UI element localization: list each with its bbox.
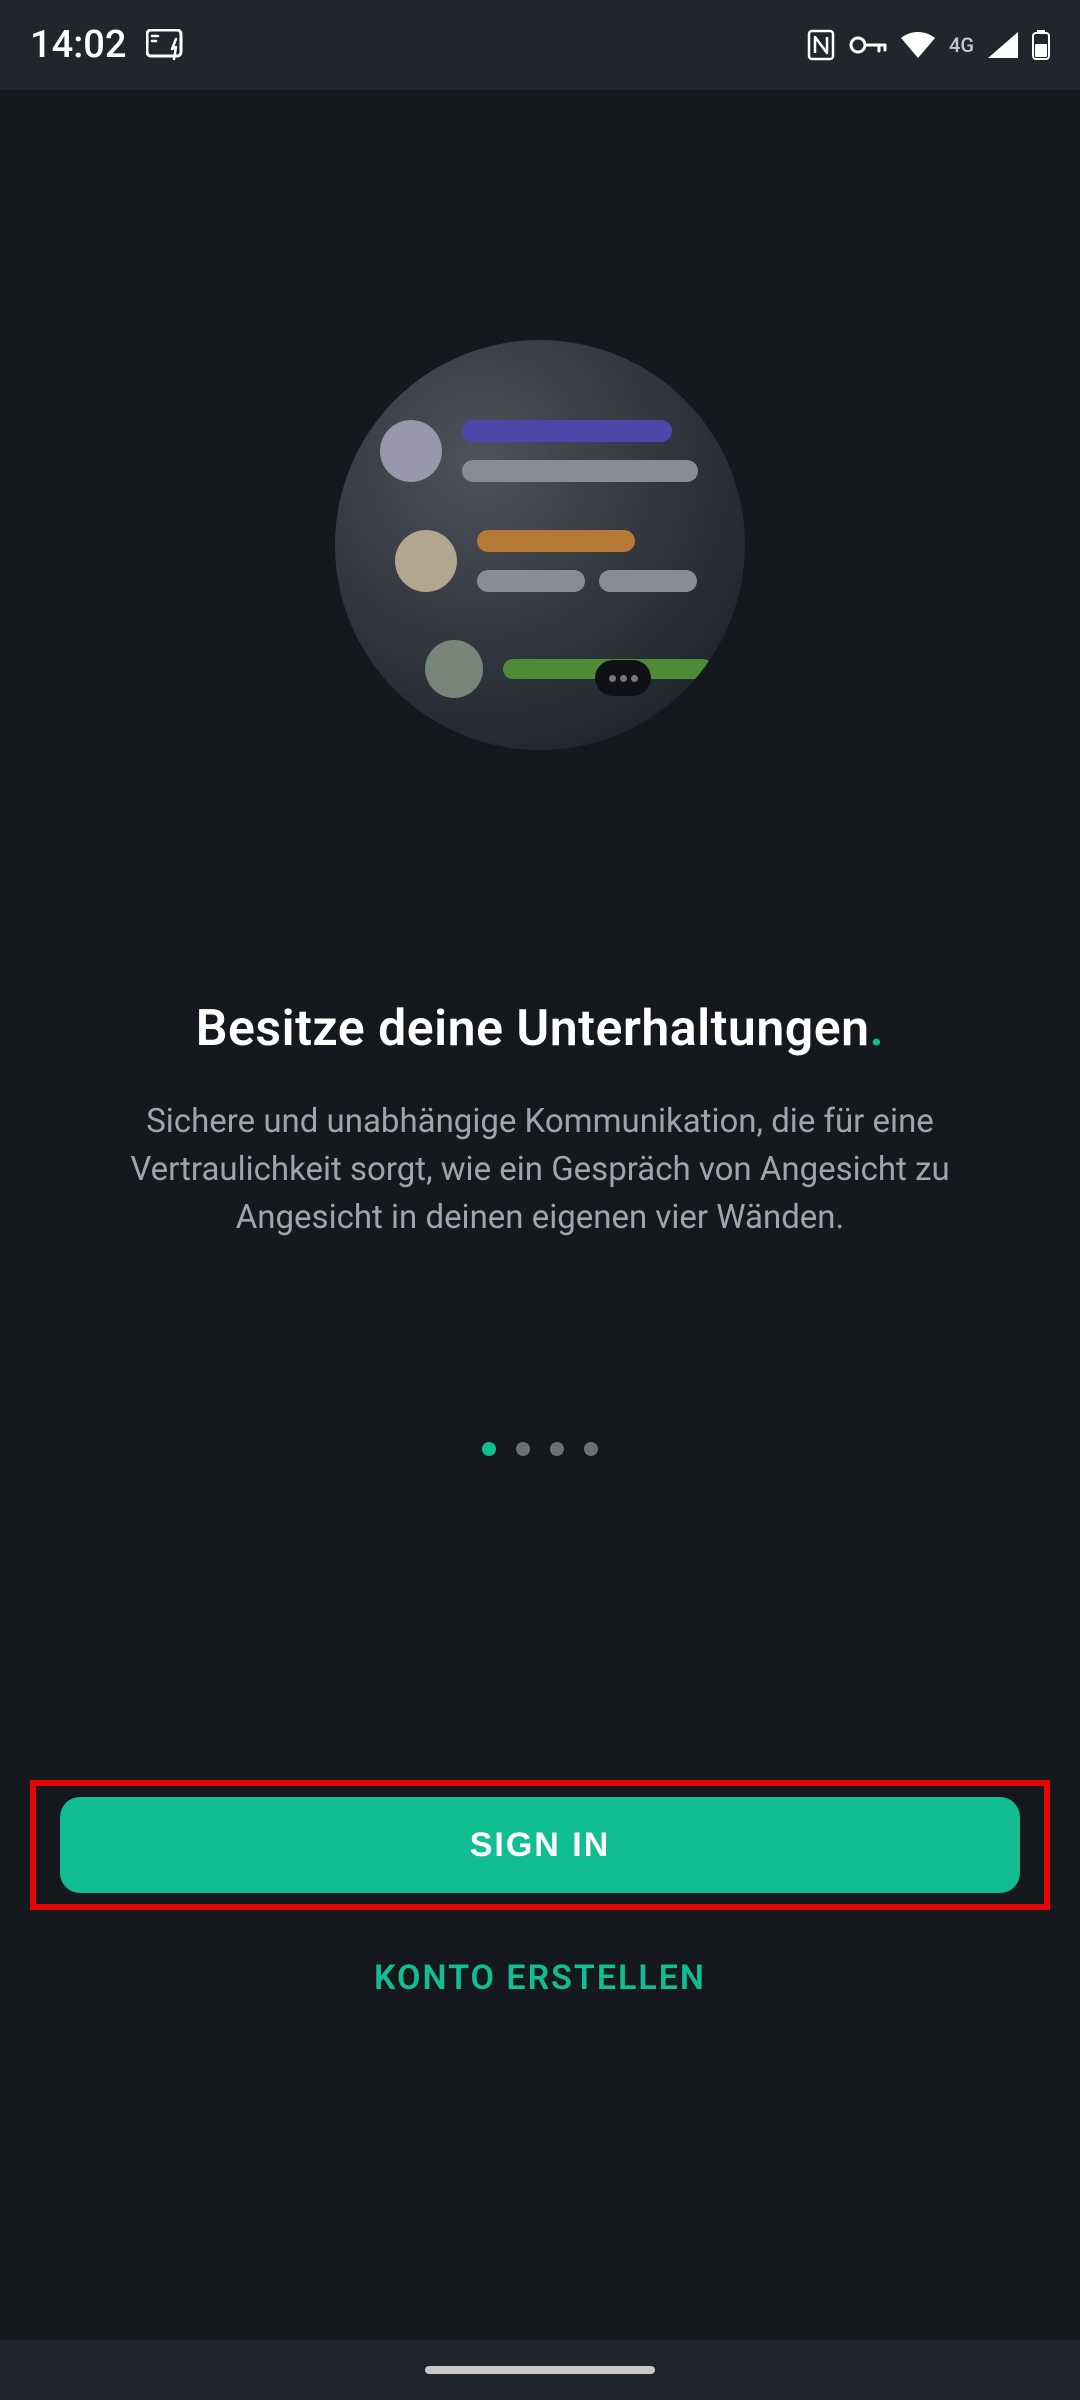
status-bar: 14:02 4G [0, 0, 1080, 90]
onboarding-content: Besitze deine Unterhaltungen. Sichere un… [0, 90, 1080, 1456]
battery-icon [1032, 30, 1050, 60]
page-dot-2[interactable] [516, 1442, 530, 1456]
status-right: 4G [807, 29, 1050, 61]
nav-handle[interactable] [425, 2366, 655, 2374]
create-account-button[interactable]: KONTO ERSTELLEN [0, 1958, 1080, 1998]
status-left: 14:02 [30, 23, 186, 67]
typing-indicator-icon [595, 660, 651, 696]
headline-dot: . [870, 1000, 885, 1058]
status-time: 14:02 [30, 23, 126, 67]
headline-text: Besitze deine Unterhaltungen [196, 1000, 870, 1058]
onboarding-headline: Besitze deine Unterhaltungen. [196, 1000, 885, 1058]
network-type-label: 4G [949, 33, 974, 57]
page-dot-4[interactable] [584, 1442, 598, 1456]
wifi-icon [901, 32, 935, 58]
vpn-key-icon [849, 35, 887, 55]
onboarding-illustration [335, 340, 745, 750]
navigation-bar [0, 2340, 1080, 2400]
cellular-signal-icon [988, 32, 1018, 58]
terminal-charging-icon [146, 29, 186, 61]
sign-in-button[interactable]: SIGN IN [60, 1797, 1020, 1893]
page-indicator [482, 1442, 598, 1456]
page-dot-1[interactable] [482, 1442, 496, 1456]
highlight-box: SIGN IN [30, 1780, 1050, 1910]
nfc-icon [807, 29, 835, 61]
onboarding-subtitle: Sichere und unabhängige Kommunikation, d… [0, 1098, 1080, 1242]
page-dot-3[interactable] [550, 1442, 564, 1456]
